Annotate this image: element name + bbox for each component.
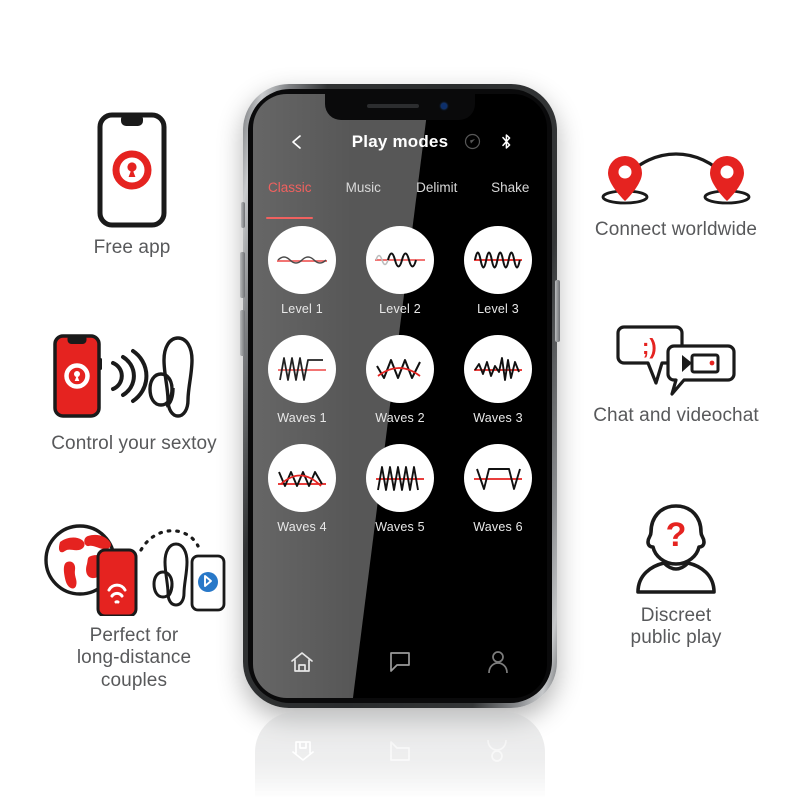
anonymous-person-question-icon: ? (636, 504, 716, 594)
mode-icon-disc (464, 444, 532, 512)
phone-signal-toy-icon (53, 334, 194, 418)
mode-card[interactable]: Level 2 (351, 226, 449, 316)
mode-icon-disc (464, 335, 532, 403)
waveform-peaks-arc-icon (376, 359, 421, 379)
feature-connect-worldwide: Connect worldwide (578, 150, 774, 241)
mode-icon-disc (366, 335, 434, 403)
person-icon (488, 651, 508, 674)
silent-switch[interactable] (241, 202, 245, 228)
notch (325, 94, 475, 120)
mode-card[interactable]: Waves 6 (449, 444, 547, 534)
feature-caption: Control your sextoy (51, 433, 217, 454)
mode-icon-disc (366, 226, 434, 294)
earpiece-speaker (367, 104, 419, 108)
mode-card[interactable]: Level 1 (253, 226, 351, 316)
feature-caption: Chat and videochat (593, 405, 759, 426)
phone-mockup: Play modes Classic Music Delimit Shake L… (240, 84, 560, 708)
speech-bubbles-video-icon: ;) (616, 325, 736, 396)
mode-label: Waves 4 (277, 520, 327, 534)
waveform-sine-high-icon (474, 251, 522, 269)
mode-label: Level 3 (477, 302, 519, 316)
nav-home[interactable] (253, 650, 351, 674)
feature-chat-videochat: ;) Chat and videochat (578, 322, 774, 427)
nav-chat[interactable] (351, 651, 449, 673)
feature-caption: Free app (93, 237, 171, 258)
tab-classic[interactable]: Classic (253, 178, 327, 219)
feature-caption: Discreet public play (630, 605, 722, 649)
feature-long-distance: Perfect for long-distance couples (26, 516, 242, 692)
person-icon-reflection (486, 739, 507, 762)
front-camera (441, 103, 447, 109)
volume-down-button[interactable] (240, 310, 245, 356)
tab-music[interactable]: Music (327, 178, 401, 212)
phone-screen: Play modes Classic Music Delimit Shake L… (253, 94, 547, 698)
reflection-nav (255, 734, 545, 768)
mode-icon-disc (268, 226, 336, 294)
mode-card[interactable]: Waves 4 (253, 444, 351, 534)
mode-label: Waves 5 (375, 520, 425, 534)
volume-up-button[interactable] (240, 252, 245, 298)
waveform-mixed-spikes-icon (474, 357, 522, 381)
feature-caption: Perfect for long-distance couples (76, 625, 192, 691)
mode-label: Waves 3 (473, 411, 523, 425)
phone-reflection (255, 712, 545, 798)
chat-bubble-icon-reflection (390, 741, 410, 761)
globe-phone-bluetooth-toy-icon (44, 524, 226, 616)
mode-icon-disc (268, 335, 336, 403)
tab-bar[interactable]: Classic Music Delimit Shake (253, 178, 548, 219)
feature-caption: Connect worldwide (594, 219, 758, 240)
waveform-zigzag-plateau-icon (278, 357, 326, 381)
mode-label: Level 2 (379, 302, 421, 316)
chat-bubble-icon (390, 652, 410, 672)
waveform-trapezoid-icon (474, 468, 522, 490)
feature-discreet-play: ? Discreet public play (596, 500, 756, 650)
waveform-sine-mid-icon (375, 252, 425, 268)
wink-emoticon: ;) (642, 334, 657, 359)
mode-label: Waves 6 (473, 520, 523, 534)
mode-label: Waves 2 (375, 411, 425, 425)
mode-label: Level 1 (281, 302, 323, 316)
nav-profile[interactable] (449, 650, 547, 674)
home-icon-reflection (292, 741, 315, 761)
bottom-nav (253, 642, 547, 682)
mode-card[interactable]: Waves 5 (351, 444, 449, 534)
battery-circle-icon (464, 133, 481, 150)
mode-icon-disc (464, 226, 532, 294)
mode-icon-disc (366, 444, 434, 512)
question-mark-glyph: ? (666, 516, 687, 554)
promo-stage: Free app Control your sextoy Perfect for… (0, 0, 800, 800)
bluetooth-icon (502, 134, 511, 149)
app-header: Play modes (253, 128, 547, 166)
waveform-zigzag-arc-icon (278, 471, 326, 487)
tab-delimit[interactable]: Delimit (400, 178, 474, 212)
waveform-sine-low-icon (277, 256, 327, 264)
play-mode-grid: Level 1 Level 2 Level 3 Waves 1 Waves 2 … (253, 226, 547, 534)
feature-control-sextoy: Control your sextoy (14, 330, 254, 455)
mode-card[interactable]: Waves 1 (253, 335, 351, 425)
phone-with-logo-icon (97, 112, 167, 228)
mode-icon-disc (268, 444, 336, 512)
waveform-triangle-train-icon (376, 466, 424, 491)
tab-shake[interactable]: Shake (474, 178, 548, 212)
home-icon (291, 652, 313, 672)
feature-free-app: Free app (36, 112, 228, 259)
two-map-pins-arc-icon (601, 152, 751, 205)
power-button[interactable] (555, 280, 560, 342)
mode-card[interactable]: Waves 2 (351, 335, 449, 425)
mode-card[interactable]: Waves 3 (449, 335, 547, 425)
mode-label: Waves 1 (277, 411, 327, 425)
mode-card[interactable]: Level 3 (449, 226, 547, 316)
